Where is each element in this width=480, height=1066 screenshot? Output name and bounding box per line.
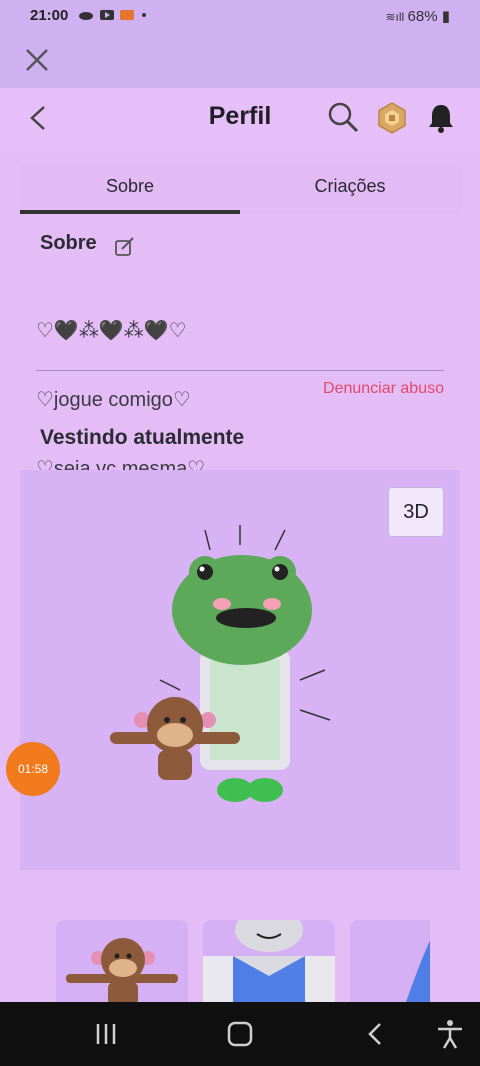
about-heading: Sobre <box>40 232 97 254</box>
blue-item-image <box>406 940 430 1002</box>
robux-button[interactable] <box>376 102 408 134</box>
wifi-signal-icon: ≋ıll <box>385 10 408 24</box>
battery-icon: ▮ <box>437 8 450 25</box>
notifications-button[interactable] <box>426 102 456 134</box>
bio-line: ♡🖤⁂🖤⁂🖤♡ <box>36 320 187 342</box>
close-bar <box>0 32 480 88</box>
edit-about-button[interactable] <box>114 236 136 258</box>
recording-timer-badge[interactable]: 01:58 <box>6 742 60 796</box>
item-thumbnail[interactable] <box>56 920 188 1002</box>
bio-line: ♡jogue comigo♡ <box>36 389 191 411</box>
search-button[interactable] <box>326 100 360 134</box>
status-time: 21:00 <box>30 7 69 24</box>
search-icon <box>328 102 359 133</box>
item-thumbnail[interactable] <box>350 920 430 1002</box>
recent-apps-button[interactable] <box>88 1018 124 1050</box>
currently-wearing-heading: Vestindo atualmente <box>40 426 245 449</box>
robux-icon <box>378 102 406 134</box>
notification-icons <box>78 8 158 25</box>
checkered-shirt-item-image <box>203 920 335 1002</box>
avatar-image <box>100 520 340 820</box>
edit-icon <box>115 237 134 256</box>
monkey-item-image <box>66 938 178 1002</box>
bell-icon <box>429 105 453 133</box>
close-button[interactable] <box>22 45 52 75</box>
wearing-items-list <box>0 920 430 1002</box>
recent-apps-icon <box>96 1024 116 1044</box>
close-icon <box>26 49 48 71</box>
tab-criacoes[interactable]: Criações <box>240 176 460 197</box>
back-icon <box>368 1023 381 1045</box>
accessibility-button[interactable] <box>432 1018 468 1050</box>
active-tab-indicator <box>20 210 240 214</box>
tab-sobre[interactable]: Sobre <box>20 176 240 197</box>
accessibility-icon <box>438 1020 462 1049</box>
status-right: ≋ıll 68% ▮ <box>385 7 450 25</box>
home-button[interactable] <box>222 1018 258 1050</box>
home-icon <box>227 1021 253 1047</box>
divider <box>36 370 444 371</box>
back-nav-button[interactable] <box>358 1018 394 1050</box>
battery-level: 68% <box>407 8 438 25</box>
page-title: Perfil <box>208 102 272 130</box>
report-abuse-link[interactable]: Denunciar abuso <box>323 380 444 398</box>
view-3d-button[interactable]: 3D <box>388 487 444 537</box>
item-thumbnail[interactable] <box>203 920 335 1002</box>
cloud-youtube-record-icons <box>79 10 146 20</box>
